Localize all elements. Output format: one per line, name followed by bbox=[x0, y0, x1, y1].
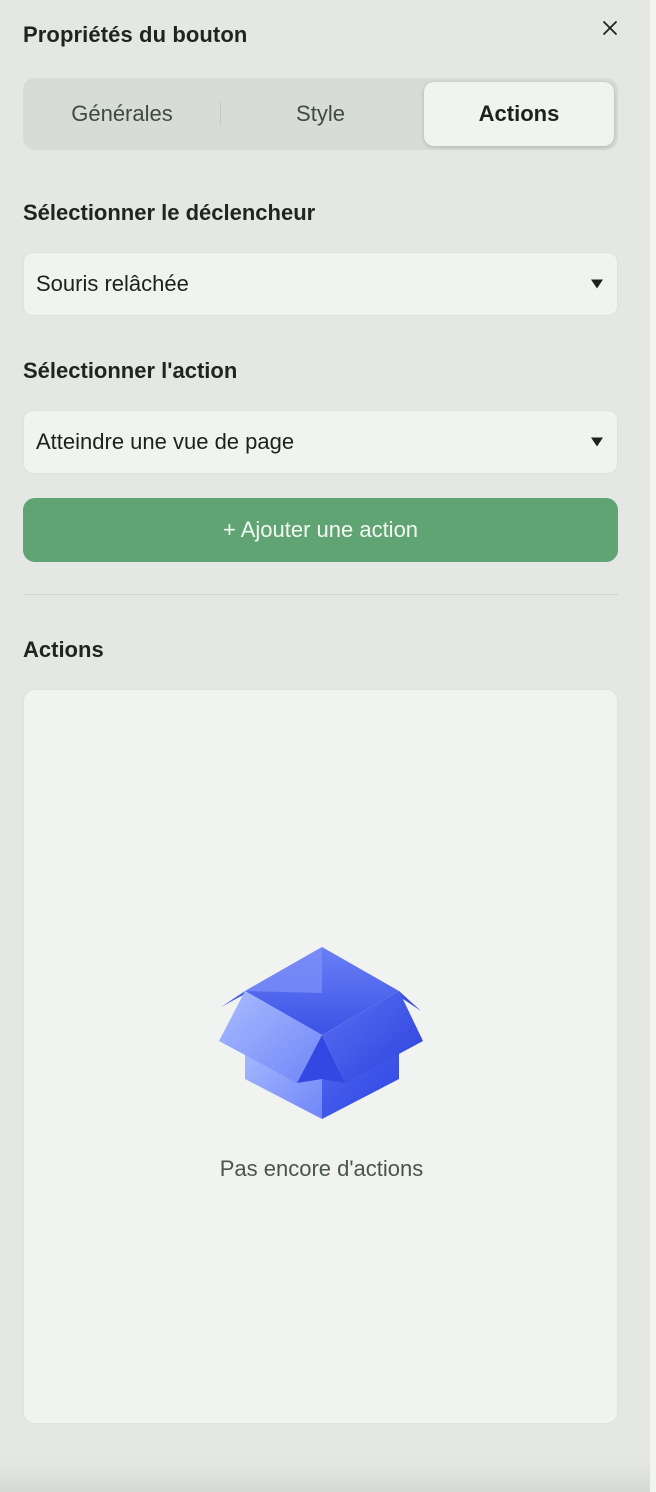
tab-actions[interactable]: Actions bbox=[424, 82, 614, 146]
bottom-fade bbox=[0, 1460, 650, 1492]
close-icon bbox=[603, 21, 617, 35]
divider bbox=[23, 594, 618, 595]
button-properties-panel: Propriétés du bouton Générales Style Act… bbox=[0, 0, 650, 1492]
panel-title: Propriétés du bouton bbox=[23, 22, 248, 47]
trigger-select[interactable]: Souris relâchée bbox=[23, 252, 618, 316]
tab-separator bbox=[220, 102, 221, 126]
trigger-label: Sélectionner le déclencheur bbox=[23, 200, 316, 225]
properties-tabs: Générales Style Actions bbox=[23, 78, 618, 150]
action-select-value: Atteindre une vue de page bbox=[36, 429, 295, 454]
close-button[interactable] bbox=[598, 16, 622, 40]
tab-style[interactable]: Style bbox=[223, 82, 418, 146]
empty-state-text: Pas encore d'actions bbox=[219, 1156, 424, 1181]
tab-generales[interactable]: Générales bbox=[27, 82, 217, 146]
action-label: Sélectionner l'action bbox=[23, 358, 238, 383]
caret-down-icon bbox=[591, 437, 603, 447]
add-action-button[interactable]: + Ajouter une action bbox=[23, 498, 618, 562]
actions-section-title: Actions bbox=[23, 637, 104, 662]
action-select[interactable]: Atteindre une vue de page bbox=[23, 410, 618, 474]
open-box-icon bbox=[219, 947, 423, 1119]
caret-down-icon bbox=[591, 279, 603, 289]
window-edge bbox=[650, 0, 656, 1492]
trigger-select-value: Souris relâchée bbox=[36, 271, 189, 296]
actions-empty-state: Pas encore d'actions bbox=[23, 689, 618, 1424]
